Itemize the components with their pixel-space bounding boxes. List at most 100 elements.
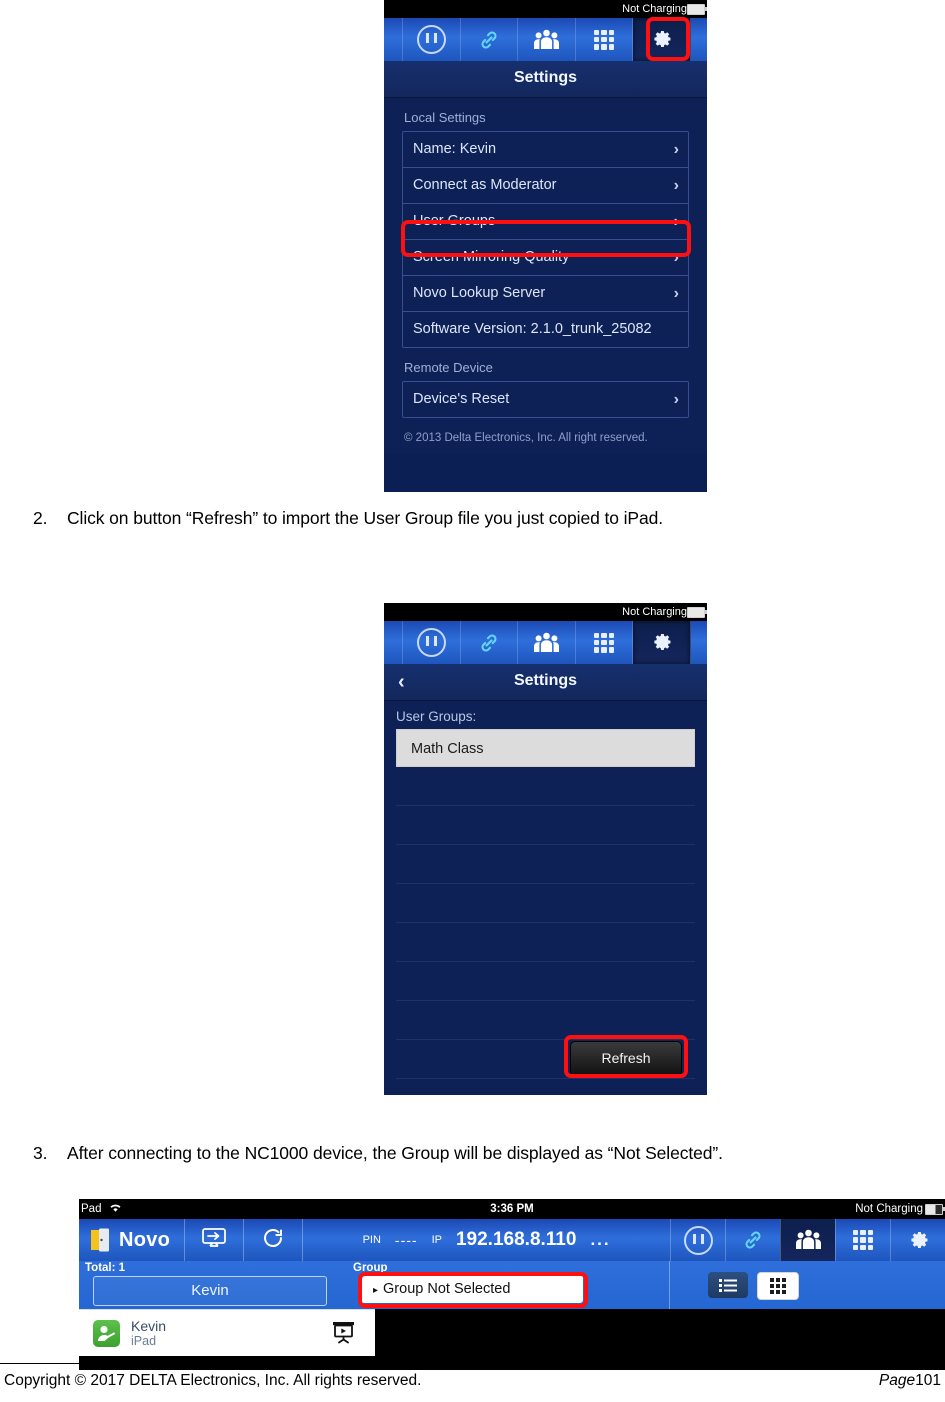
refresh-circular-icon — [261, 1226, 285, 1255]
setting-row-mirroring-quality[interactable]: Screen Mirroring Quality › — [403, 240, 688, 276]
tab-spacer-left — [384, 621, 403, 664]
projector-icon[interactable] — [330, 1319, 357, 1346]
refresh-button[interactable] — [244, 1219, 304, 1261]
tab-link[interactable] — [461, 18, 519, 61]
tab-pause[interactable] — [670, 1219, 725, 1261]
chevron-right-icon: › — [673, 177, 679, 194]
tab-pause[interactable] — [403, 621, 461, 664]
grid-icon — [853, 1230, 873, 1250]
total-label: Total: 1 — [85, 1262, 126, 1274]
ios-status-bar: Not Charging — [384, 0, 707, 18]
chevron-right-icon: › — [673, 141, 679, 158]
pause-icon — [416, 628, 446, 657]
novo-logo-icon — [89, 1228, 111, 1252]
document-page: Not Charging Settings Local Settings Nam… — [0, 0, 945, 1402]
chevron-right-icon: › — [673, 285, 679, 302]
step-3: 3. After connecting to the NC1000 device,… — [33, 1143, 723, 1164]
tab-settings[interactable] — [890, 1219, 945, 1261]
tab-apps[interactable] — [576, 18, 634, 61]
user-groups-body: User Groups: Math Class Refresh — [384, 701, 707, 1095]
participant-card-kevin[interactable]: Kevin iPad — [79, 1309, 375, 1356]
avatar — [93, 1319, 120, 1347]
list-divider — [396, 923, 695, 962]
page-title: Settings — [513, 69, 578, 86]
footer-page-number: 101 — [915, 1372, 941, 1389]
setting-row-device-reset[interactable]: Device's Reset › — [403, 382, 688, 417]
screenshot-settings-main: Not Charging Settings Local Settings Nam… — [384, 0, 707, 492]
chevron-right-icon: › — [673, 249, 679, 266]
user-group-item[interactable]: Math Class — [396, 729, 695, 767]
list-view-button[interactable] — [708, 1272, 748, 1298]
present-button[interactable] — [185, 1219, 245, 1261]
people-icon — [533, 28, 560, 52]
settings-tab-bar — [384, 18, 707, 61]
ios-status-bar: Not Charging — [384, 603, 707, 621]
tab-participants[interactable] — [518, 621, 576, 664]
pause-icon — [416, 25, 446, 54]
user-slot-kevin[interactable]: Kevin — [93, 1276, 327, 1306]
tab-link[interactable] — [461, 621, 519, 664]
grid-icon — [594, 632, 615, 653]
group-selector[interactable]: ▸ Group Not Selected — [361, 1275, 583, 1303]
settings-tab-bar — [384, 621, 707, 664]
setting-row-label: Novo Lookup Server — [413, 285, 546, 301]
section-label-local: Local Settings — [404, 110, 486, 125]
tab-link[interactable] — [725, 1219, 780, 1261]
setting-row-lookup-server[interactable]: Novo Lookup Server › — [403, 276, 688, 312]
setting-row-label: Connect as Moderator — [413, 177, 557, 193]
novo-brand-text: Novo — [119, 1228, 171, 1251]
screenshot-novo-toolbar: Pad 3:36 PM Not Charging Novo PIN ---- I… — [79, 1199, 945, 1370]
refresh-button[interactable]: Refresh — [570, 1041, 682, 1076]
settings-group-remote: Device's Reset › — [402, 381, 689, 418]
setting-row-moderator[interactable]: Connect as Moderator › — [403, 168, 688, 204]
tab-settings[interactable] — [633, 621, 691, 664]
section-label-remote: Remote Device — [404, 360, 493, 375]
caret-right-icon: ▸ — [373, 1285, 379, 1296]
tab-apps[interactable] — [835, 1219, 890, 1261]
settings-navbar: Settings — [384, 61, 707, 98]
tab-participants[interactable] — [518, 18, 576, 61]
settings-body: Local Settings Name: Kevin › Connect as … — [384, 98, 707, 454]
chevron-right-icon: › — [673, 213, 679, 230]
footer-page-label: Page — [878, 1372, 916, 1389]
tab-apps[interactable] — [576, 621, 634, 664]
gear-icon — [906, 1228, 931, 1253]
app-copyright: © 2013 Delta Electronics, Inc. All right… — [404, 432, 648, 444]
tab-pause[interactable] — [403, 18, 461, 61]
gear-icon — [649, 630, 674, 655]
step-2: 2. Click on button “Refresh” to import th… — [33, 508, 663, 529]
novo-session-row: Total: 1 Kevin Group ▸ Group Not Selected — [79, 1261, 945, 1309]
participant-device: iPad — [131, 1333, 157, 1348]
link-icon — [477, 28, 501, 52]
link-icon — [741, 1228, 765, 1252]
step-3-number: 3. — [33, 1143, 48, 1163]
step-2-text: Click on button “Refresh” to import the … — [67, 508, 664, 528]
setting-row-name[interactable]: Name: Kevin › — [403, 132, 688, 168]
novo-top-toolbar: Novo PIN ---- IP 192.168.8.110 ... — [79, 1219, 945, 1261]
step-2-number: 2. — [33, 508, 48, 528]
status-charging-label: Not Charging — [622, 606, 687, 618]
pin-value: ---- — [394, 1232, 418, 1248]
tab-settings[interactable] — [633, 18, 691, 61]
ip-value: 192.168.8.110 — [455, 1229, 577, 1250]
list-divider — [396, 845, 695, 884]
chevron-right-icon: › — [673, 391, 679, 408]
novo-logo: Novo — [79, 1219, 186, 1261]
pause-icon — [683, 1225, 713, 1255]
tab-spacer-right — [691, 621, 707, 664]
battery-icon — [925, 1204, 945, 1215]
setting-row-user-groups[interactable]: User Groups › — [403, 204, 688, 240]
setting-row-label: Screen Mirroring Quality — [413, 249, 570, 265]
tab-spacer-right — [691, 18, 707, 61]
novo-participant-row: Kevin iPad — [79, 1309, 945, 1356]
tab-participants[interactable] — [780, 1219, 835, 1261]
people-icon — [795, 1228, 821, 1252]
setting-row-software-version: Software Version: 2.1.0_trunk_25082 — [403, 312, 688, 347]
setting-row-label: User Groups — [413, 213, 496, 229]
list-divider — [396, 767, 695, 806]
novo-tab-group — [670, 1219, 945, 1261]
group-label: Group — [353, 1262, 388, 1274]
step-3-text: After connecting to the NC1000 device, t… — [67, 1143, 723, 1163]
grid-view-button[interactable] — [757, 1272, 799, 1300]
more-options-button[interactable]: ... — [590, 1230, 610, 1250]
